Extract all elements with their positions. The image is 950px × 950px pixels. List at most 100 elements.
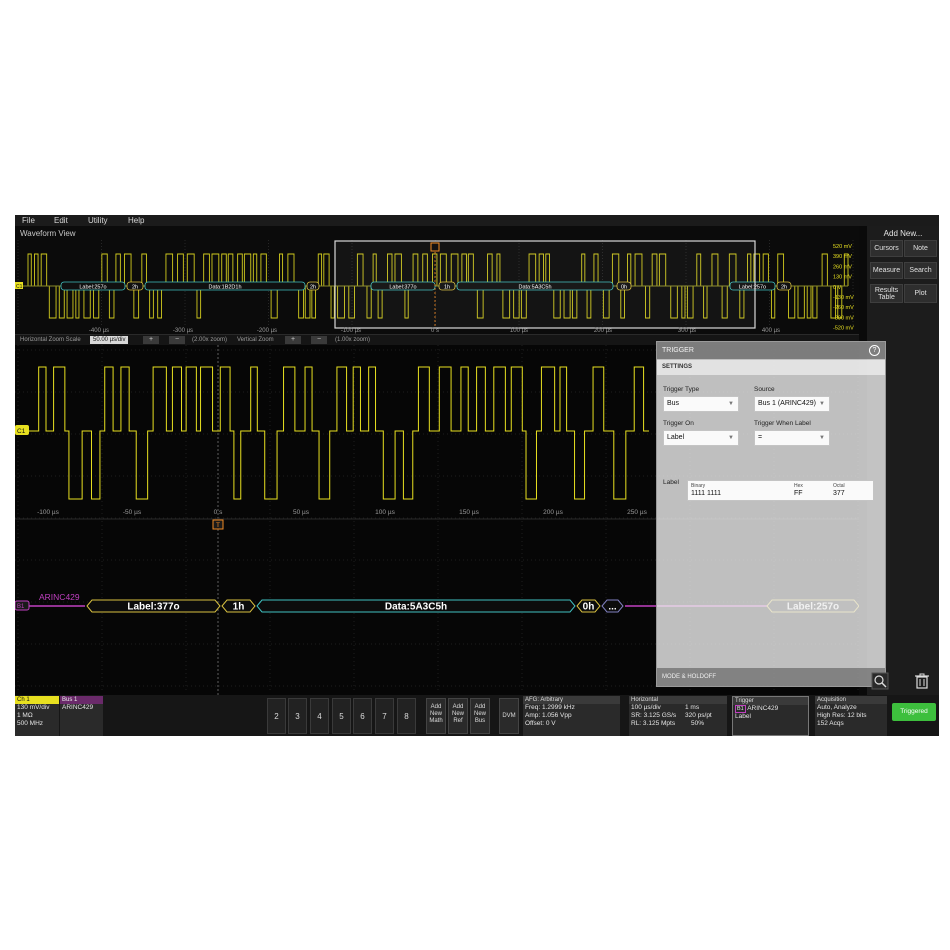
- label-value-field[interactable]: Binary 1111 1111 Hex FF Octal 377: [687, 480, 874, 501]
- add-new-math-button[interactable]: Add New Math: [426, 698, 446, 734]
- bus-marker-label: B1: [17, 604, 25, 610]
- ch1-scale: 130 mV/div: [17, 704, 50, 711]
- horizontal-head: Horizontal: [629, 696, 727, 704]
- ov-time-tick: 300 µs: [678, 328, 696, 334]
- acquisition-badge[interactable]: Acquisition Auto, Analyze High Res: 12 b…: [815, 696, 887, 736]
- source-value: Bus 1 (ARINC429): [758, 400, 816, 407]
- h-zoom-minus-button[interactable]: −: [169, 336, 185, 344]
- ov-bus-segment-label: 2h: [132, 285, 138, 291]
- ov-volt-label: -130 mV: [833, 295, 854, 301]
- note-button[interactable]: Note: [904, 240, 937, 257]
- v-zoom-factor: (1.00x zoom): [335, 337, 371, 343]
- ov-bus-segment-label: Data:1B2D1h: [208, 285, 241, 291]
- ch1-badge-head: Ch 1: [15, 696, 59, 704]
- trigger-on-select[interactable]: Label ▼: [663, 430, 739, 446]
- source-select[interactable]: Bus 1 (ARINC429) ▼: [754, 396, 830, 412]
- dvm-button[interactable]: DVM: [499, 698, 519, 734]
- time-tick: -100 µs: [37, 509, 60, 516]
- menu-help[interactable]: Help: [128, 215, 144, 226]
- trigger-on: Label: [735, 713, 751, 720]
- trigger-on-label: Trigger On: [663, 420, 694, 427]
- settings-bar: Ch 1 130 mV/div 1 MΩ 500 MHz Bus 1 ARINC…: [15, 695, 939, 736]
- h-zoom-label: Horizontal Zoom Scale: [20, 337, 81, 343]
- channel-4-button[interactable]: 4: [310, 698, 329, 734]
- ov-bus-segment-label: 2h: [781, 285, 787, 291]
- bus-name: ARINC429: [39, 592, 80, 602]
- cursors-button[interactable]: Cursors: [870, 240, 903, 257]
- results-table-button[interactable]: Results Table: [870, 284, 903, 303]
- ov-bus-segment-label: Label:257o: [79, 285, 106, 291]
- time-tick: 250 µs: [627, 509, 647, 516]
- trigger-bus-line: B1 ARINC429: [733, 705, 808, 713]
- ch1-badge[interactable]: Ch 1 130 mV/div 1 MΩ 500 MHz: [15, 696, 59, 736]
- help-icon[interactable]: ?: [869, 345, 880, 356]
- channel-5-button[interactable]: 5: [332, 698, 351, 734]
- measure-button[interactable]: Measure: [870, 262, 903, 279]
- settings-section: SETTINGS: [657, 360, 885, 375]
- trigger-badge[interactable]: Trigger B1 ARINC429 Label: [732, 696, 809, 736]
- channel-6-button[interactable]: 6: [353, 698, 372, 734]
- acquisition-head: Acquisition: [815, 696, 887, 704]
- h-zoom-plus-button[interactable]: +: [143, 336, 159, 344]
- ov-bus-segment-label: 2h: [310, 285, 316, 291]
- afg-badge[interactable]: AFG: Arbitrary Freq: 1.2999 kHz Amp: 1.0…: [523, 696, 620, 736]
- trigger-on-value: Label: [667, 434, 685, 441]
- bus1-protocol: ARINC429: [62, 704, 94, 711]
- v-zoom-minus-button[interactable]: −: [311, 336, 327, 344]
- horizontal-badge[interactable]: Horizontal 100 µs/div SR: 3.125 GS/s RL:…: [629, 696, 727, 736]
- menu-file[interactable]: File: [22, 215, 35, 226]
- time-tick: 100 µs: [375, 509, 395, 516]
- ch1-impedance: 1 MΩ: [17, 712, 33, 719]
- source-label: Source: [754, 386, 775, 393]
- trigger-type-value: Bus: [667, 400, 680, 407]
- octal-label: Octal: [833, 483, 845, 489]
- trigger-when-select[interactable]: = ▼: [754, 430, 830, 446]
- bus-segment-label: 1h: [233, 602, 245, 613]
- afg-amp: Amp: 1.056 Vpp: [525, 712, 572, 719]
- channel-8-button[interactable]: 8: [397, 698, 416, 734]
- triggered-status[interactable]: Triggered: [892, 703, 936, 721]
- add-new-ref-button[interactable]: Add New Ref: [448, 698, 468, 734]
- ov-zoom-window: [334, 240, 756, 329]
- channel-3-button[interactable]: 3: [288, 698, 307, 734]
- mode-holdoff-section[interactable]: MODE & HOLDOFF ›: [657, 668, 885, 686]
- add-new-title: Add New...: [883, 229, 923, 238]
- chevron-down-icon: ▼: [819, 401, 825, 407]
- waveform-overview[interactable]: Waveform View Label:257o2hData:1B2D1h2hL…: [15, 226, 859, 335]
- trash-icon[interactable]: [913, 672, 931, 690]
- add-new-bus-button[interactable]: Add New Bus: [470, 698, 490, 734]
- time-tick: 150 µs: [459, 509, 479, 516]
- v-zoom-plus-button[interactable]: +: [285, 336, 301, 344]
- zoom-tool-icon[interactable]: [871, 672, 889, 690]
- add-math-l1: Add: [430, 704, 442, 710]
- ov-time-tick: 100 µs: [510, 328, 528, 334]
- add-math-l2: New: [429, 711, 442, 717]
- oscilloscope-app: File Edit Utility Help Waveform View Lab…: [15, 215, 939, 736]
- h-zoom-scale-field[interactable]: 50.00 µs/div: [90, 336, 129, 344]
- horizontal-scale: 100 µs/div: [631, 704, 661, 711]
- horizontal-position: 50%: [691, 720, 705, 727]
- trigger-when-label: Trigger When Label: [754, 420, 811, 427]
- ov-volt-label: 0 V: [833, 285, 842, 291]
- chevron-down-icon: ▼: [728, 435, 734, 441]
- afg-freq: Freq: 1.2999 kHz: [525, 704, 575, 711]
- horizontal-sample-rate: SR: 3.125 GS/s: [631, 712, 677, 719]
- ov-time-tick: -200 µs: [257, 328, 277, 334]
- channel-2-button[interactable]: 2: [267, 698, 286, 734]
- ch1-marker-label: C1: [17, 428, 26, 435]
- search-button[interactable]: Search: [904, 262, 937, 279]
- bus1-badge[interactable]: Bus 1 ARINC429: [60, 696, 103, 736]
- channel-7-button[interactable]: 7: [375, 698, 394, 734]
- bus-segment-label: Label:377o: [127, 602, 179, 613]
- hex-label: Hex: [794, 483, 803, 489]
- menu-edit[interactable]: Edit: [54, 215, 68, 226]
- trigger-type-select[interactable]: Bus ▼: [663, 396, 739, 412]
- chevron-down-icon: ▼: [819, 435, 825, 441]
- binary-value: 1111 1111: [691, 490, 721, 497]
- menu-utility[interactable]: Utility: [88, 215, 108, 226]
- plot-button[interactable]: Plot: [904, 284, 937, 303]
- hex-value: FF: [794, 490, 803, 497]
- trigger-panel-title: TRIGGER: [657, 342, 885, 359]
- ov-trigger-marker: [430, 242, 440, 252]
- bus1-badge-head: Bus 1: [60, 696, 103, 704]
